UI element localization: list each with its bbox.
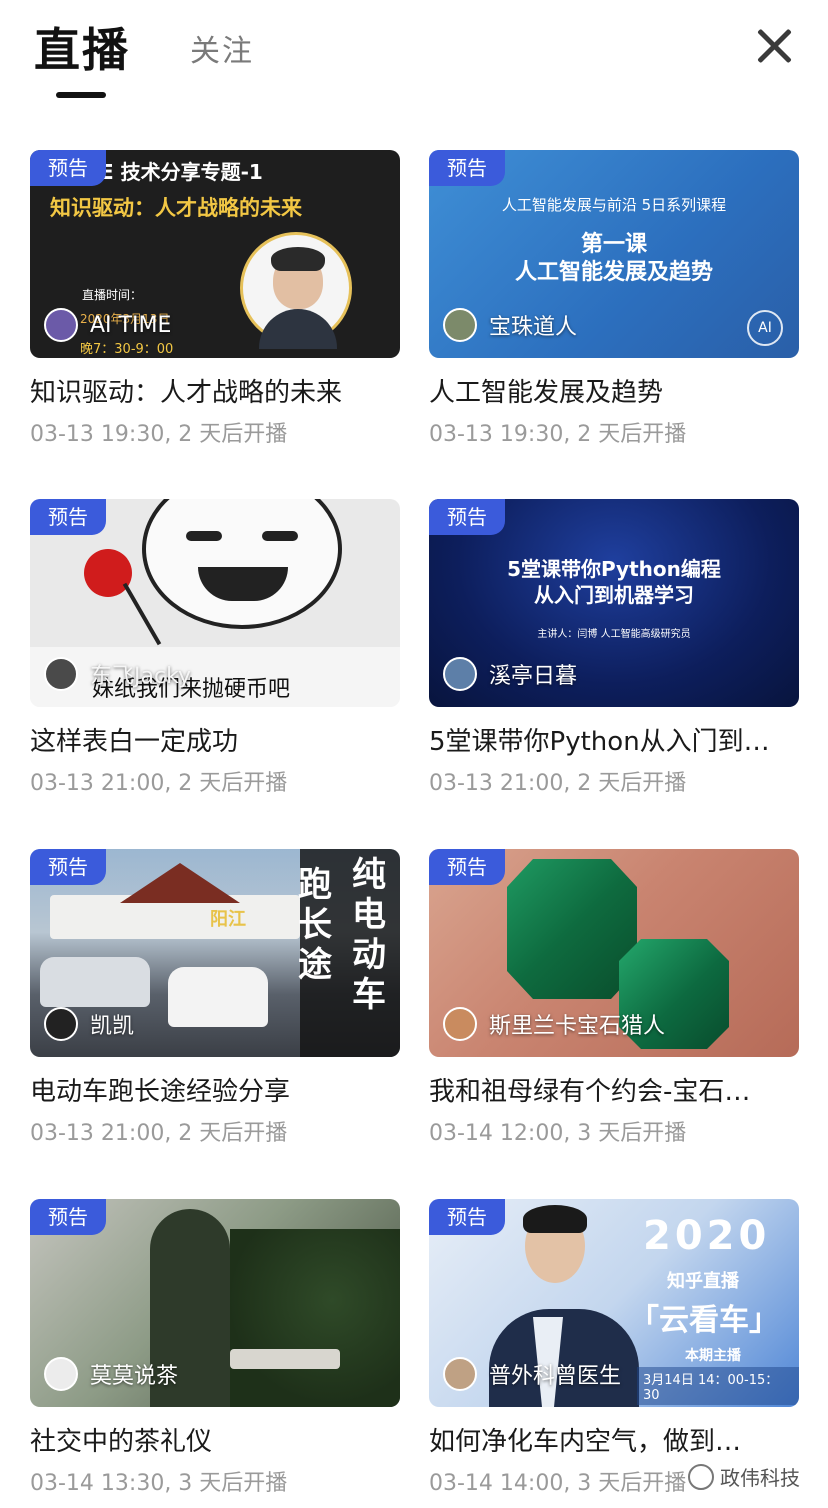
thumb-text: 知识驱动：人才战略的未来 — [50, 196, 302, 220]
card-title[interactable]: 这样表白一定成功 — [30, 721, 400, 758]
thumb-text: 跑长途 — [298, 865, 332, 985]
card-schedule: 03-13 21:00, 2 天后开播 — [429, 771, 687, 796]
avatar — [443, 1007, 477, 1041]
avatar — [443, 1357, 477, 1391]
preview-badge: 预告 — [429, 1199, 505, 1235]
card-title[interactable]: 电动车跑长途经验分享 — [30, 1071, 400, 1108]
watermark: 政伟科技 — [688, 1462, 800, 1491]
preview-badge: 预告 — [30, 150, 106, 186]
avatar — [443, 657, 477, 691]
decor — [122, 582, 162, 646]
host-info[interactable]: 普外科曾医生 — [443, 1357, 621, 1391]
host-info[interactable]: 斯里兰卡宝石猎人 — [443, 1007, 665, 1041]
host-name: 普外科曾医生 — [489, 1364, 622, 1389]
live-card[interactable]: 预告 E 技术分享专题-1 知识驱动：人才战略的未来 直播时间： 2020年3月… — [30, 150, 400, 450]
thumb-text: 5堂课带你Python编程 — [507, 557, 721, 581]
thumb-text: 主讲人：闫博 人工智能高级研究员 — [537, 629, 691, 640]
card-title[interactable]: 知识驱动：人才战略的未来 — [30, 372, 400, 409]
thumb-text: 3月14日 14：00-15：30 — [637, 1367, 799, 1405]
live-card[interactable]: 预告 妹纸我们来抛硬币吧 东飞Jacky 这样表白一定成功 03-13 21:0… — [30, 499, 400, 799]
live-card[interactable]: 预告 莫莫说茶 社交中的茶礼仪 03-14 13:30, 3 天后开播 — [30, 1199, 400, 1499]
host-name: AI TIME — [90, 312, 172, 338]
host-name: 溪亭日暮 — [489, 664, 578, 689]
card-thumbnail[interactable]: 预告 莫莫说茶 — [30, 1199, 400, 1407]
host-name: 宝珠道人 — [489, 315, 578, 340]
host-info[interactable]: AI TIME — [44, 308, 171, 342]
preview-badge: 预告 — [429, 849, 505, 885]
preview-badge: 预告 — [429, 499, 505, 535]
wechat-icon — [688, 1463, 714, 1490]
thumb-text: 从入门到机器学习 — [534, 583, 694, 607]
preview-badge: 预告 — [30, 499, 106, 535]
host-info[interactable]: 宝珠道人 — [443, 308, 577, 342]
car — [40, 957, 150, 1007]
card-thumbnail[interactable]: 预告 2020 知乎直播 「云看车」 本期主播 3月14日 14：00-15：3… — [429, 1199, 799, 1407]
live-card[interactable]: 预告 人工智能发展与前沿 5日系列课程 第一课 人工智能发展及趋势 AI 宝珠道… — [429, 150, 799, 450]
plant — [230, 1229, 400, 1407]
card-title[interactable]: 如何净化车内空气，做到… — [429, 1421, 799, 1458]
building-roof — [120, 863, 240, 903]
top-tab-bar: 直播 关注 — [0, 0, 828, 110]
card-thumbnail[interactable]: 预告 斯里兰卡宝石猎人 — [429, 849, 799, 1057]
host-info[interactable]: 凯凯 — [44, 1007, 134, 1041]
live-card[interactable]: 预告 阳江 跑长途 纯电动车 凯凯 电动车跑长途经验分享 03-13 21:00… — [30, 849, 400, 1149]
live-card[interactable]: 预告 5堂课带你Python编程 从入门到机器学习 主讲人：闫博 人工智能高级研… — [429, 499, 799, 799]
tea-table — [230, 1349, 340, 1369]
card-title[interactable]: 社交中的茶礼仪 — [30, 1421, 400, 1458]
thumb-text: 本期主播 — [685, 1348, 741, 1364]
card-title[interactable]: 我和祖母绿有个约会-宝石… — [429, 1071, 799, 1108]
ai-head-icon: AI — [747, 310, 783, 346]
card-schedule: 03-13 21:00, 2 天后开播 — [30, 771, 288, 796]
preview-badge: 预告 — [429, 150, 505, 186]
meme-face — [142, 499, 342, 629]
avatar — [44, 308, 78, 342]
host-name: 斯里兰卡宝石猎人 — [489, 1014, 666, 1039]
avatar — [44, 1007, 78, 1041]
thumb-text: 人工智能发展与前沿 5日系列课程 — [501, 196, 727, 214]
preview-badge: 预告 — [30, 849, 106, 885]
card-thumbnail[interactable]: 预告 5堂课带你Python编程 从入门到机器学习 主讲人：闫博 人工智能高级研… — [429, 499, 799, 707]
host-name: 莫莫说茶 — [90, 1364, 179, 1389]
speaker-photo — [240, 232, 352, 349]
thumb-text: 「云看车」 — [629, 1303, 779, 1338]
close-icon[interactable] — [752, 24, 796, 68]
card-schedule: 03-13 21:00, 2 天后开播 — [30, 1121, 288, 1146]
live-card[interactable]: 预告 2020 知乎直播 「云看车」 本期主播 3月14日 14：00-15：3… — [429, 1199, 799, 1499]
host-name: 东飞Jacky — [90, 664, 192, 689]
host-info[interactable]: 莫莫说茶 — [44, 1357, 178, 1391]
thumb-text: 2020 — [643, 1213, 771, 1259]
avatar — [44, 657, 78, 691]
card-schedule: 03-14 13:30, 3 天后开播 — [30, 1471, 288, 1496]
thumb-text: 纯电动车 — [352, 855, 386, 1015]
watermark-text: 政伟科技 — [720, 1466, 800, 1490]
card-title[interactable]: 人工智能发展及趋势 — [429, 372, 799, 409]
card-schedule: 03-14 12:00, 3 天后开播 — [429, 1121, 687, 1146]
card-thumbnail[interactable]: 预告 妹纸我们来抛硬币吧 东飞Jacky — [30, 499, 400, 707]
car — [168, 967, 268, 1027]
emerald-gem — [507, 859, 637, 999]
thumb-text: 知乎直播 — [667, 1271, 739, 1292]
thumb-text: E 技术分享专题-1 — [100, 160, 263, 184]
thumb-text: 阳江 — [210, 909, 246, 930]
tab-live[interactable]: 直播 — [34, 14, 130, 80]
host-name: 凯凯 — [90, 1014, 135, 1039]
person-hair — [523, 1205, 587, 1233]
active-tab-indicator — [56, 92, 106, 98]
host-info[interactable]: 东飞Jacky — [44, 657, 191, 691]
avatar — [44, 1357, 78, 1391]
card-thumbnail[interactable]: 预告 E 技术分享专题-1 知识驱动：人才战略的未来 直播时间： 2020年3月… — [30, 150, 400, 358]
card-title[interactable]: 5堂课带你Python从入门到… — [429, 721, 799, 758]
card-thumbnail[interactable]: 预告 人工智能发展与前沿 5日系列课程 第一课 人工智能发展及趋势 AI 宝珠道… — [429, 150, 799, 358]
thumb-text: 直播时间： — [82, 288, 143, 302]
tab-follow[interactable]: 关注 — [190, 26, 254, 70]
avatar — [443, 308, 477, 342]
thumb-text: 人工智能发展及趋势 — [514, 260, 713, 285]
card-schedule: 03-13 19:30, 2 天后开播 — [30, 422, 288, 447]
host-info[interactable]: 溪亭日暮 — [443, 657, 577, 691]
card-thumbnail[interactable]: 预告 阳江 跑长途 纯电动车 凯凯 — [30, 849, 400, 1057]
card-schedule: 03-13 19:30, 2 天后开播 — [429, 422, 687, 447]
preview-badge: 预告 — [30, 1199, 106, 1235]
card-schedule: 03-14 14:00, 3 天后开播 — [429, 1471, 687, 1496]
live-card[interactable]: 预告 斯里兰卡宝石猎人 我和祖母绿有个约会-宝石… 03-14 12:00, 3… — [429, 849, 799, 1149]
